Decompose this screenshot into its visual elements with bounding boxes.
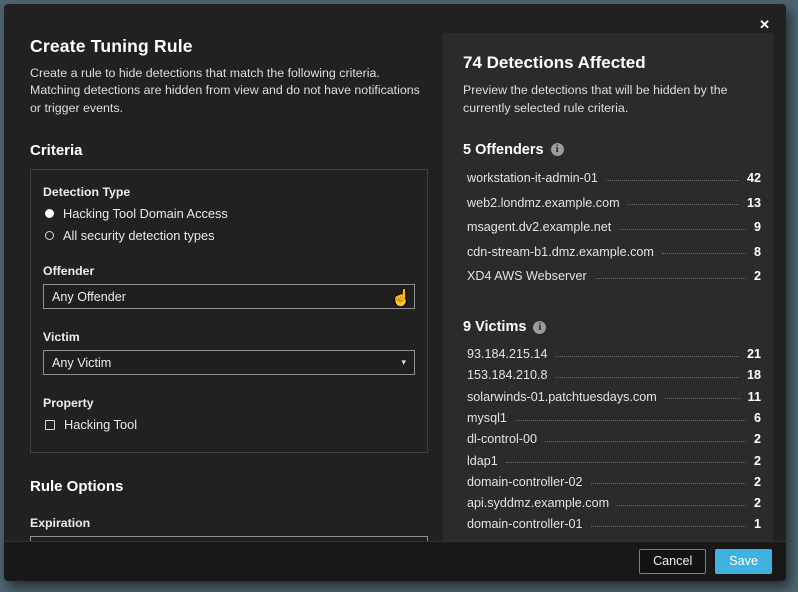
victim-label: Victim (43, 330, 80, 345)
victim-count: 18 (746, 368, 761, 383)
victim-name: ldap1 (467, 453, 498, 468)
dialog-subtitle: Create a rule to hide detections that ma… (30, 66, 420, 115)
offenders-heading: 5 Offenders i (463, 142, 761, 158)
offender-selected-value: Any Offender (52, 289, 126, 304)
victim-count: 2 (753, 432, 761, 447)
dotted-leader (555, 376, 739, 378)
create-tuning-rule-dialog: ✕ Create Tuning Rule Create a rule to hi… (4, 4, 786, 581)
radio-hacking-tool-domain-access[interactable]: Hacking Tool Domain Access (43, 206, 415, 221)
victim-name: dl-control-00 (467, 432, 537, 447)
offender-list-item: web2.londmz.example.com 13 (463, 190, 761, 215)
dotted-leader (594, 277, 746, 279)
victim-select[interactable]: Any Victim ▾ (43, 350, 415, 376)
victim-selected-value: Any Victim (52, 355, 112, 370)
checkbox-unchecked-icon (45, 419, 55, 430)
radio-option-label: All security detection types (63, 228, 215, 244)
dotted-leader (555, 355, 739, 357)
radio-unselected-icon (45, 231, 54, 241)
offender-select[interactable]: Any Offender ☝ (43, 284, 415, 310)
victim-list-item: 153.184.210.8 18 (463, 365, 761, 386)
offender-name: msagent.dv2.example.net (467, 220, 612, 235)
dotted-leader (605, 179, 739, 181)
victim-list-item: mysql1 6 (463, 407, 761, 428)
save-button[interactable]: Save (715, 548, 772, 575)
tuning-rule-form: Create Tuning Rule Create a rule to hide… (30, 36, 428, 581)
criteria-heading: Criteria (30, 142, 83, 160)
offender-label: Offender (43, 264, 95, 279)
victims-heading: 9 Victims i (463, 319, 761, 335)
detections-affected-panel: 74 Detections Affected Preview the detec… (443, 33, 773, 541)
info-icon[interactable]: i (550, 143, 564, 157)
property-label: Property (43, 396, 94, 411)
dotted-leader (505, 462, 746, 464)
offender-list-item: cdn-stream-b1.dmz.example.com 8 (463, 239, 761, 264)
checkbox-hacking-tool[interactable]: Hacking Tool (43, 417, 415, 432)
info-icon[interactable]: i (533, 320, 547, 334)
victim-list-item: domain-controller-02 2 (463, 471, 761, 492)
dotted-leader (514, 419, 746, 421)
offender-name: web2.londmz.example.com (467, 195, 620, 210)
victim-name: domain-controller-02 (467, 474, 583, 489)
dotted-leader (661, 253, 746, 255)
offender-count: 13 (746, 195, 761, 210)
victim-count: 21 (746, 347, 761, 362)
victim-name: mysql1 (467, 411, 507, 425)
dialog-footer: Cancel Save (4, 541, 786, 581)
detection-type-label: Detection Type (43, 185, 131, 200)
victim-name: 153.184.210.8 (467, 368, 548, 383)
offenders-list: workstation-it-admin-01 42 web2.londmz.e… (463, 166, 761, 289)
criteria-fieldset: Detection Type Hacking Tool Domain Acces… (30, 169, 428, 454)
radio-option-label: Hacking Tool Domain Access (63, 206, 228, 222)
victim-count: 2 (753, 496, 761, 511)
detections-affected-subtitle: Preview the detections that will be hidd… (463, 83, 728, 115)
dotted-leader (590, 525, 746, 527)
victim-name: api.syddmz.example.com (467, 496, 610, 511)
victim-list-item: api.syddmz.example.com 2 (463, 493, 761, 514)
offender-count: 2 (753, 269, 761, 284)
victim-list-item: domain-controller-01 1 (463, 514, 761, 535)
cursor-pointer-icon: ☝ (391, 290, 411, 308)
close-icon[interactable]: ✕ (755, 14, 774, 35)
offender-count: 8 (753, 244, 761, 259)
victim-list-item: solarwinds-01.patchtuesdays.com 11 (463, 386, 761, 407)
offender-count: 9 (753, 220, 761, 235)
cancel-button[interactable]: Cancel (639, 548, 707, 575)
victims-list: 93.184.215.14 21 153.184.210.8 18 solarw… (463, 343, 761, 535)
offender-count: 42 (746, 171, 761, 186)
offender-list-item: msagent.dv2.example.net 9 (463, 215, 761, 240)
offender-name: workstation-it-admin-01 (467, 171, 598, 186)
offender-list-item: XD4 AWS Webserver 2 (463, 264, 761, 289)
offender-name: XD4 AWS Webserver (467, 269, 587, 284)
detections-affected-title: 74 Detections Affected (463, 53, 646, 72)
dotted-leader (590, 483, 746, 485)
victim-count: 2 (753, 474, 761, 489)
victims-heading-label: 9 Victims (463, 319, 527, 336)
dotted-leader (664, 398, 740, 400)
dotted-leader (617, 504, 746, 506)
victim-list-item: 93.184.215.14 21 (463, 343, 761, 364)
dotted-leader (627, 204, 739, 206)
victim-name: solarwinds-01.patchtuesdays.com (467, 389, 657, 404)
offender-list-item: workstation-it-admin-01 42 (463, 166, 761, 191)
dialog-title: Create Tuning Rule (30, 36, 193, 56)
victim-name: domain-controller-01 (467, 517, 583, 532)
victim-count: 11 (747, 389, 761, 404)
chevron-down-icon: ▾ (401, 357, 406, 368)
radio-selected-icon (45, 209, 54, 219)
expiration-label: Expiration (30, 516, 91, 531)
victim-count: 1 (753, 517, 761, 532)
radio-all-security-detection-types[interactable]: All security detection types (43, 228, 415, 243)
dotted-leader (619, 228, 746, 230)
victim-name: 93.184.215.14 (467, 347, 548, 362)
offenders-heading-label: 5 Offenders (463, 141, 544, 158)
victim-list-item: dl-control-00 2 (463, 429, 761, 450)
rule-options-heading: Rule Options (30, 478, 124, 496)
dotted-leader (545, 440, 746, 442)
checkbox-option-label: Hacking Tool (64, 417, 138, 433)
victim-list-item: ldap1 2 (463, 450, 761, 471)
offender-name: cdn-stream-b1.dmz.example.com (467, 244, 654, 259)
victim-count: 2 (753, 453, 761, 468)
victim-count: 6 (753, 411, 761, 425)
